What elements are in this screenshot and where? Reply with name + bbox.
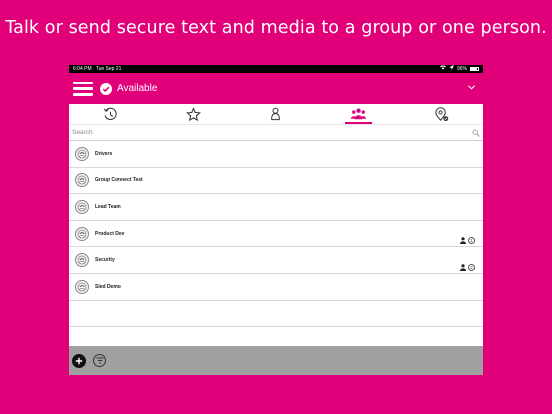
contact-person-icon (271, 107, 281, 120)
group-avatar-icon (75, 279, 89, 294)
search-bar (69, 125, 483, 141)
bottom-toolbar (69, 346, 483, 375)
hamburger-menu-icon[interactable] (73, 81, 93, 96)
member-count-badge: 2 (468, 263, 475, 271)
person-icon (460, 264, 466, 271)
filter-icon (96, 357, 103, 364)
group-name: Drivers (95, 150, 113, 157)
list-item[interactable]: Group Connect Test (69, 168, 483, 195)
device-screen: 6:04 PM Tue Sep 21 96% Available Search … (69, 65, 483, 375)
group-list: Drivers Group Connect Test Lead Team Pro… (69, 141, 483, 328)
group-avatar-icon (75, 146, 89, 161)
group-avatar-icon (75, 226, 89, 241)
favorites-star-icon (185, 106, 201, 121)
tab-contacts[interactable] (235, 104, 318, 124)
empty-row (69, 301, 483, 328)
status-date: Tue Sep 21 (95, 66, 122, 72)
group-name: Group Connect Test (95, 177, 143, 184)
tab-bar (69, 104, 483, 125)
list-item[interactable]: Lead Team (69, 194, 483, 221)
top-bar: Available (69, 73, 483, 104)
location-arrow-icon (448, 65, 454, 73)
status-bar: 6:04 PM Tue Sep 21 96% (69, 65, 483, 73)
member-count-badge: 1 (468, 237, 475, 245)
recents-icon (103, 107, 117, 120)
group-name: Lead Team (95, 203, 121, 210)
list-item[interactable]: Sled Demo (69, 274, 483, 301)
tab-recents[interactable] (69, 104, 152, 124)
search-icon[interactable] (472, 128, 480, 137)
list-item[interactable]: Product Dev 1 (69, 221, 483, 248)
location-pin-icon (435, 106, 449, 121)
tab-locations[interactable] (400, 104, 483, 124)
filter-button[interactable] (93, 354, 106, 367)
wifi-icon (439, 65, 446, 73)
status-time: 6:04 PM (73, 66, 92, 72)
chevron-down-icon[interactable] (468, 84, 475, 91)
availability-status[interactable]: Available (117, 83, 157, 94)
available-check-icon (100, 82, 112, 95)
search-input[interactable] (72, 129, 472, 136)
add-group-button[interactable] (72, 353, 86, 368)
group-name: Sled Demo (95, 283, 121, 290)
headline: Talk or send secure text and media to a … (5, 18, 547, 38)
tab-favorites[interactable] (152, 104, 235, 124)
group-avatar-icon (75, 199, 89, 214)
person-icon (460, 237, 466, 245)
tab-groups[interactable] (317, 104, 400, 124)
group-avatar-icon (75, 253, 89, 268)
list-item[interactable]: Drivers (69, 141, 483, 168)
battery-icon (470, 67, 479, 71)
group-avatar-icon (75, 173, 89, 188)
plus-icon (75, 357, 83, 364)
groups-icon (351, 108, 367, 120)
battery-percent: 96% (456, 66, 467, 72)
member-indicator: 2 (460, 263, 475, 271)
group-name: Security (95, 257, 115, 264)
list-item[interactable]: Security 2 (69, 247, 483, 274)
member-indicator: 1 (460, 237, 475, 245)
group-name: Product Dev (95, 230, 125, 237)
